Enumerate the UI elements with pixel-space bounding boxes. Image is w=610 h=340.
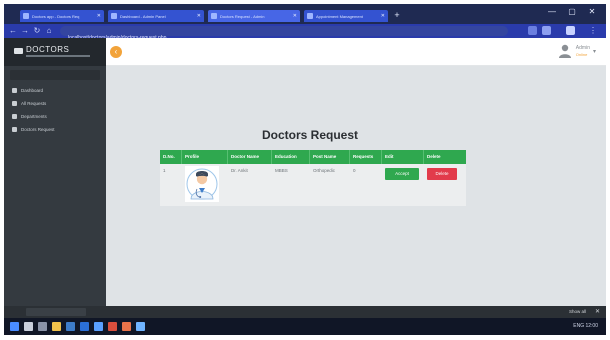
tab-close-icon[interactable]: ✕ (293, 13, 297, 19)
edge-icon[interactable] (80, 322, 89, 331)
table-header: D.No. Profile Doctor Name Education Post… (160, 150, 466, 164)
tab-close-icon[interactable]: ✕ (97, 13, 101, 19)
sidebar-menu: Dashboard All Requests Departments Docto… (4, 84, 106, 136)
sidebar-item-dashboard[interactable]: Dashboard (4, 84, 106, 97)
column-header: Requests (350, 150, 382, 164)
delete-cell: Delete (424, 164, 466, 206)
doctor-name: Dr. Ankit (231, 168, 248, 173)
doctors-request-table: D.No. Profile Doctor Name Education Post… (160, 150, 466, 206)
bookmark-icon[interactable] (542, 26, 551, 35)
brand[interactable]: DOCTORS (4, 38, 106, 66)
browser-tab-4[interactable]: Appointment Management ✕ (304, 10, 388, 22)
extension-icon[interactable] (528, 26, 537, 35)
main-content: Doctors Request D.No. Profile Doctor Nam… (106, 66, 606, 306)
profile-icon[interactable] (566, 26, 575, 35)
forward-arrow-icon[interactable]: → (20, 26, 30, 36)
show-all-button[interactable]: Show all (569, 308, 586, 316)
sidebar-item-departments[interactable]: Departments (4, 110, 106, 123)
dashboard-icon (12, 88, 17, 93)
address-bar[interactable]: localhost/doctors/admin/doctors-request.… (60, 26, 508, 41)
browser-tab-3[interactable]: Doctors Request - Admin ✕ (208, 10, 300, 22)
tab-title: Doctors app - Doctors Req (32, 13, 80, 19)
close-window-button[interactable]: ✕ (584, 6, 600, 18)
tab-strip: Doctors app - Doctors Req ✕ Dashboard - … (4, 4, 606, 24)
maximize-button[interactable]: ▢ (564, 6, 580, 18)
accept-button[interactable]: Accept (385, 168, 419, 180)
start-icon[interactable] (10, 322, 19, 331)
tab-title: Appointment Management (316, 13, 363, 19)
page-title: Doctors Request (262, 128, 359, 142)
delete-button[interactable]: Delete (427, 168, 457, 180)
user-info: Admin Online (576, 45, 590, 57)
request-count: 0 (353, 168, 356, 173)
new-tab-plus-icon[interactable]: + (392, 10, 402, 20)
profile-cell (182, 164, 228, 206)
search-icon[interactable] (24, 322, 33, 331)
minimize-button[interactable]: — (544, 6, 560, 18)
column-header: D.No. (160, 150, 182, 164)
store-icon[interactable] (66, 322, 75, 331)
sidebar-item-label: Departments (21, 114, 47, 119)
reload-icon[interactable]: ↻ (32, 26, 42, 36)
top-header: ‹ Admin Online ▾ (106, 38, 606, 66)
sidebar-search[interactable] (10, 70, 100, 80)
browser-tab-1[interactable]: Doctors app - Doctors Req ✕ (20, 10, 104, 22)
chevron-down-icon: ▾ (592, 48, 596, 55)
sidebar: DOCTORS Dashboard All Requests Departmen… (4, 38, 106, 306)
system-tray: ENG 12:00 (573, 323, 598, 329)
departments-icon (12, 114, 17, 119)
download-bar: Downloads Show all ✕ (4, 306, 606, 322)
doctor-request-icon (12, 127, 17, 132)
column-header: Post Name (310, 150, 350, 164)
table-row: 1 Dr. Ankit MBBS Orthopedic 0 Accept Del… (160, 164, 466, 206)
user-avatar-icon (558, 44, 571, 58)
address-toolbar: ← → ↻ ⌂ localhost/doctors/admin/doctors-… (4, 24, 606, 41)
download-item[interactable]: Downloads (26, 308, 86, 322)
doctor-education: MBBS (275, 168, 288, 173)
sidebar-item-label: Dashboard (21, 88, 44, 93)
file-explorer-icon[interactable] (52, 322, 61, 331)
sidebar-item-all-requests[interactable]: All Requests (4, 97, 106, 110)
brand-logo-icon (14, 48, 23, 54)
close-icon[interactable]: ✕ (595, 308, 600, 316)
column-header: Doctor Name (228, 150, 272, 164)
back-arrow-icon[interactable]: ← (8, 26, 18, 36)
sidebar-toggle-button[interactable]: ‹ (110, 46, 122, 58)
column-header: Edit (382, 150, 424, 164)
user-profile-menu[interactable]: Admin Online ▾ (557, 43, 596, 59)
app-icon[interactable] (122, 322, 131, 331)
home-icon[interactable]: ⌂ (44, 26, 54, 36)
tab-favicon-icon (211, 13, 217, 19)
photos-icon[interactable] (136, 322, 145, 331)
brand-underline (26, 55, 90, 57)
tab-title: Doctors Request - Admin (220, 13, 265, 19)
edit-cell: Accept (382, 164, 424, 206)
chrome-icon[interactable] (108, 322, 117, 331)
tab-favicon-icon (307, 13, 313, 19)
tab-close-icon[interactable]: ✕ (197, 13, 201, 19)
browser-menu-icon[interactable]: ⋮ (588, 26, 598, 36)
user-status: Online (575, 51, 588, 57)
sidebar-item-label: All Requests (21, 101, 47, 106)
sidebar-item-doctors-request[interactable]: Doctors Request (4, 123, 106, 136)
tab-favicon-icon (23, 13, 29, 19)
tab-close-icon[interactable]: ✕ (381, 13, 385, 19)
column-header: Profile (182, 150, 228, 164)
task-view-icon[interactable] (38, 322, 47, 331)
requests-icon (12, 101, 17, 106)
column-header: Delete (427, 154, 441, 159)
post-name: Orthopedic (313, 168, 336, 173)
username: Admin (575, 45, 590, 52)
tab-favicon-icon (111, 13, 117, 19)
brand-name: DOCTORS (26, 45, 70, 54)
column-header: Education (272, 150, 310, 164)
browser-window: Doctors app - Doctors Req ✕ Dashboard - … (4, 4, 606, 335)
tab-title: Dashboard - Admin Panel (120, 13, 166, 19)
doctor-avatar-icon (185, 166, 219, 202)
sidebar-item-label: Doctors Request (21, 127, 55, 132)
row-number: 1 (163, 168, 166, 173)
browser-tab-2[interactable]: Dashboard - Admin Panel ✕ (108, 10, 204, 22)
os-taskbar: ENG 12:00 (4, 318, 606, 335)
mail-icon[interactable] (94, 322, 103, 331)
